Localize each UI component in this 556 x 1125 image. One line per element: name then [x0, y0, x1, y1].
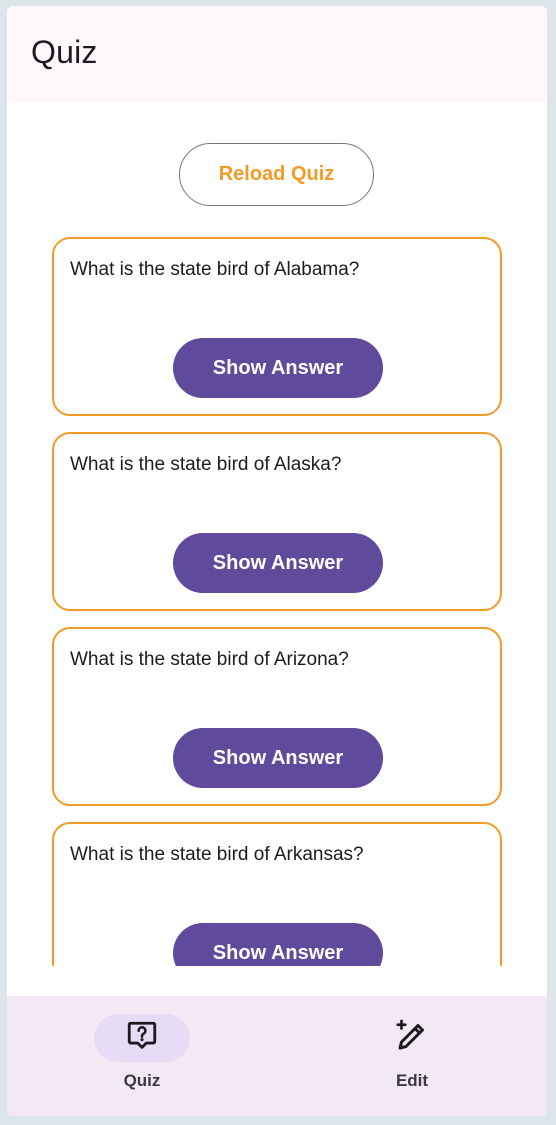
question-text: What is the state bird of Alabama?	[70, 259, 360, 280]
nav-label-edit: Edit	[395, 1071, 429, 1090]
question-text: What is the state bird of Arkansas?	[70, 844, 364, 865]
app-window: Quiz Reload Quiz What is the state bird …	[7, 6, 547, 1116]
edit-pencil-icon	[394, 1018, 430, 1059]
active-indicator	[94, 1014, 190, 1062]
page-title: Quiz	[31, 34, 98, 70]
show-answer-button[interactable]: Show Answer	[173, 923, 383, 966]
nav-item-quiz[interactable]: Quiz	[62, 1014, 222, 1104]
show-answer-button[interactable]: Show Answer	[173, 338, 383, 398]
nav-item-edit[interactable]: Edit	[332, 1014, 492, 1104]
question-card: What is the state bird of Alaska? Show A…	[52, 432, 502, 611]
question-card: What is the state bird of Arizona? Show …	[52, 627, 502, 806]
bottom-navigation: Quiz Edit	[7, 996, 547, 1116]
app-bar: Quiz	[7, 6, 547, 102]
question-text: What is the state bird of Arizona?	[70, 649, 349, 670]
question-card: What is the state bird of Alabama? Show …	[52, 237, 502, 416]
quiz-help-icon	[125, 1019, 159, 1058]
question-text: What is the state bird of Alaska?	[70, 454, 342, 475]
reload-quiz-button[interactable]: Reload Quiz	[179, 143, 374, 206]
show-answer-button[interactable]: Show Answer	[173, 533, 383, 593]
nav-label-quiz: Quiz	[123, 1071, 161, 1090]
show-answer-button[interactable]: Show Answer	[173, 728, 383, 788]
quiz-list[interactable]: Reload Quiz What is the state bird of Al…	[7, 102, 547, 966]
nav-icon-wrap	[364, 1014, 460, 1062]
question-card: What is the state bird of Arkansas? Show…	[52, 822, 502, 966]
